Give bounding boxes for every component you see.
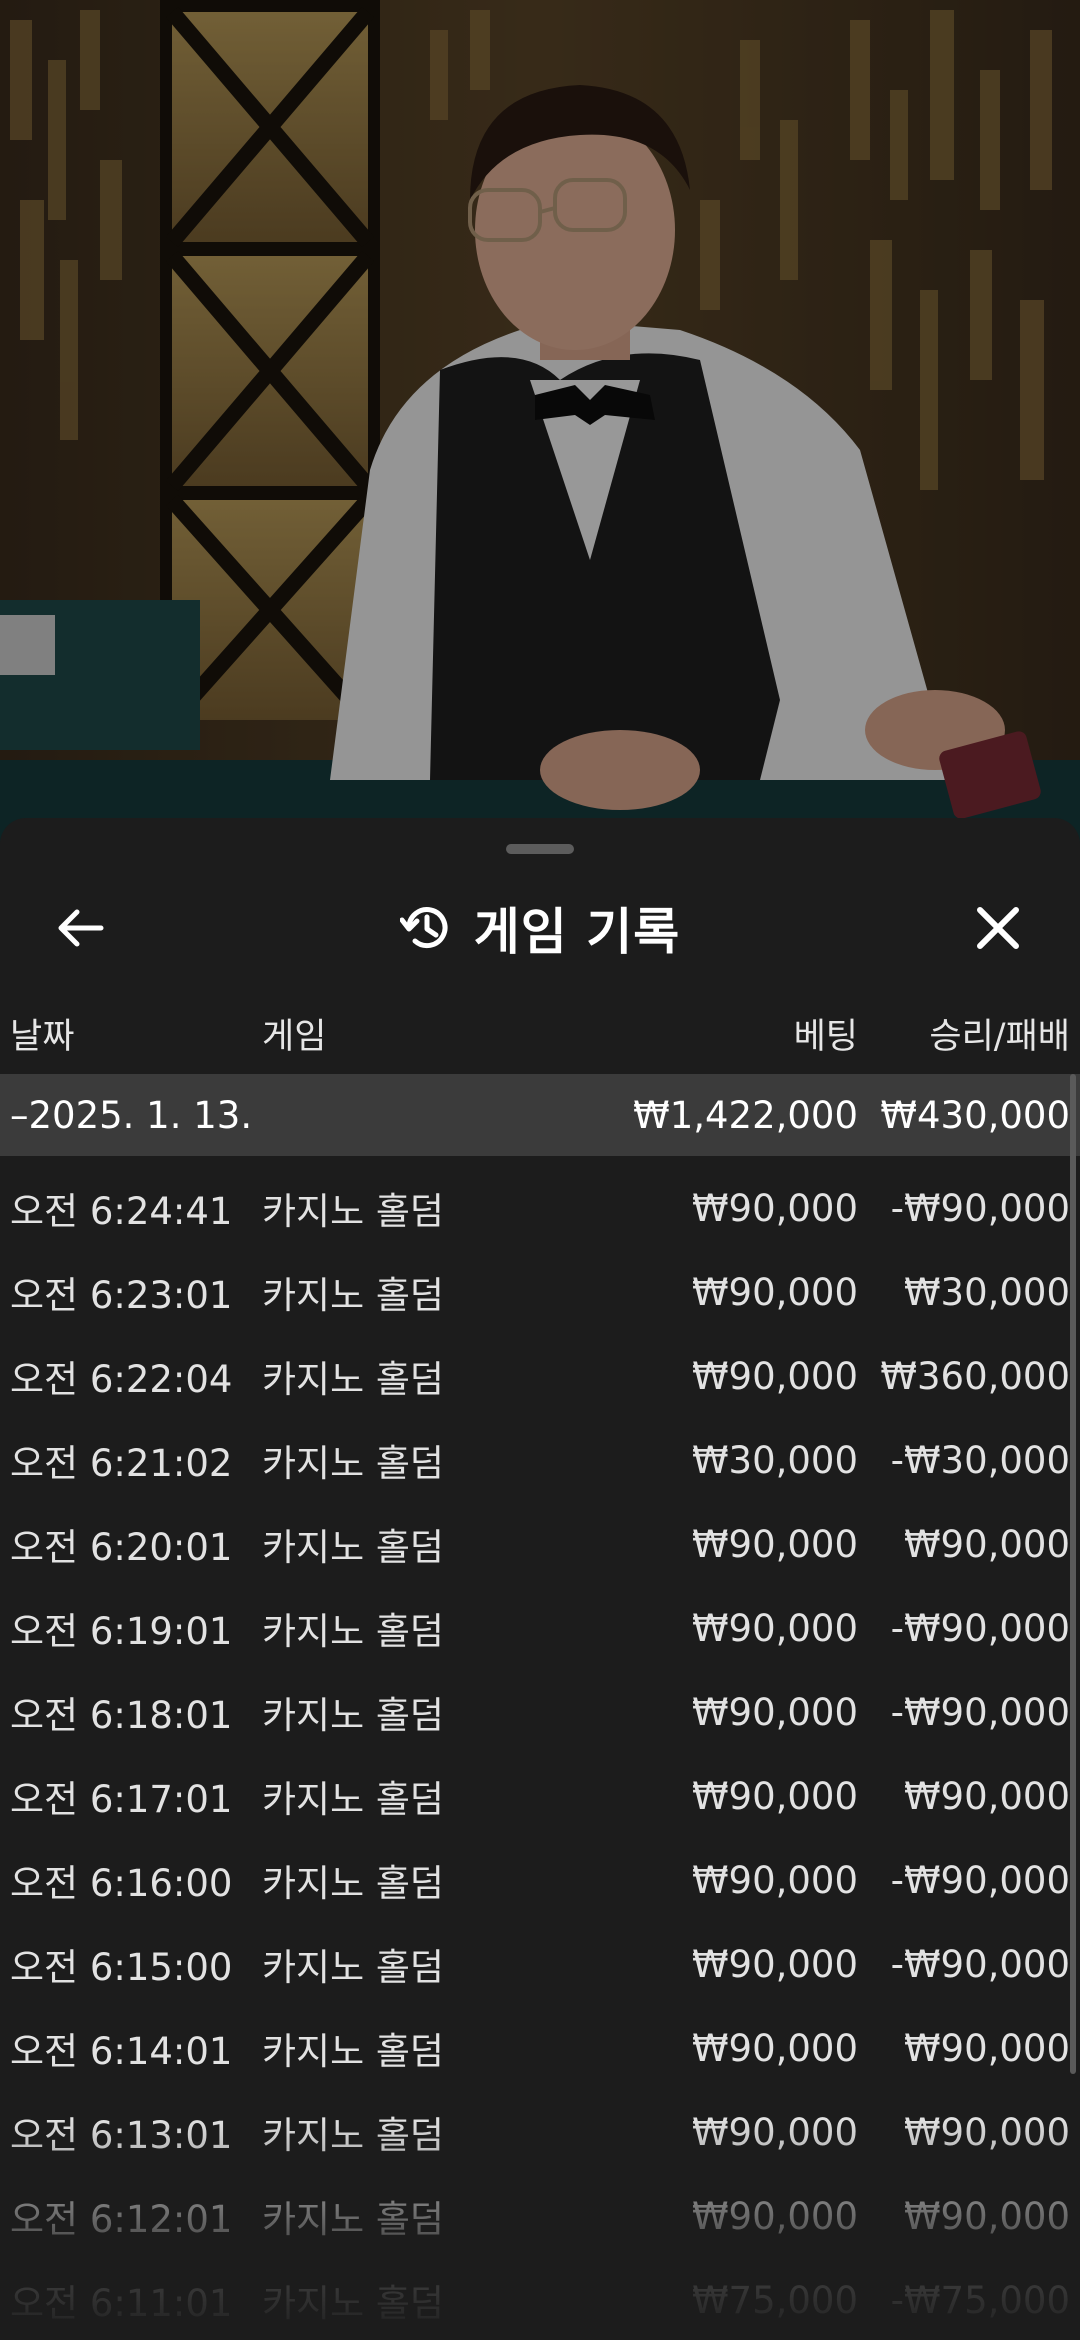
row-win-loss: -₩90,000	[890, 1186, 1070, 1230]
row-game: 카지노 홀덤	[262, 1862, 444, 1905]
row-bet: ₩90,000	[691, 1858, 858, 1902]
table-row[interactable]: 오전 6:20:01 카지노 홀덤 ₩90,000 ₩90,000	[0, 1502, 1080, 1586]
date-group-row[interactable]: –2025. 1. 13. ₩1,422,000 ₩430,000	[0, 1074, 1080, 1156]
row-game: 카지노 홀덤	[262, 1778, 444, 1821]
row-time: 오전 6:21:02	[10, 1442, 233, 1485]
row-bet: ₩90,000	[691, 1270, 858, 1314]
row-win-loss: -₩90,000	[890, 1942, 1070, 1986]
row-time: 오전 6:19:01	[10, 1610, 233, 1653]
row-game: 카지노 홀덤	[262, 1442, 444, 1485]
date-group-win-loss-total: ₩430,000	[880, 1093, 1070, 1137]
row-bet: ₩90,000	[691, 1942, 858, 1986]
history-icon	[399, 907, 448, 949]
row-game: 카지노 홀덤	[262, 1358, 444, 1401]
table-row[interactable]: 오전 6:18:01 카지노 홀덤 ₩90,000 -₩90,000	[0, 1670, 1080, 1754]
row-time: 오전 6:11:01	[10, 2282, 233, 2325]
close-icon	[977, 907, 1019, 949]
sheet-title: 게임 기록	[473, 903, 681, 961]
row-time: 오전 6:13:01	[10, 2114, 233, 2157]
row-win-loss: -₩90,000	[890, 1606, 1070, 1650]
date-group-bet-total: ₩1,422,000	[633, 1093, 858, 1137]
date-group-label: –2025. 1. 13.	[10, 1093, 253, 1137]
row-bet: ₩75,000	[691, 2278, 858, 2322]
table-header: 날짜 게임 베팅 승리/패배	[0, 998, 1080, 1068]
game-history-sheet: 게임 기록 날짜 게임 베팅 승리/패배 –2025. 1. 13. ₩1,42…	[0, 818, 1080, 2340]
row-bet: ₩90,000	[691, 1186, 858, 1230]
row-time: 오전 6:18:01	[10, 1694, 233, 1737]
column-header-game[interactable]: 게임	[262, 998, 582, 1068]
dealer-video-image	[0, 0, 1080, 860]
app-root: 게임 기록 날짜 게임 베팅 승리/패배 –2025. 1. 13. ₩1,42…	[0, 0, 1080, 2340]
row-win-loss: ₩90,000	[903, 2110, 1070, 2154]
row-bet: ₩90,000	[691, 2194, 858, 2238]
row-game: 카지노 홀덤	[262, 1190, 444, 1233]
table-row[interactable]: 오전 6:23:01 카지노 홀덤 ₩90,000 ₩30,000	[0, 1250, 1080, 1334]
table-row[interactable]: 오전 6:17:01 카지노 홀덤 ₩90,000 ₩90,000	[0, 1754, 1080, 1838]
table-row[interactable]: 오전 6:22:04 카지노 홀덤 ₩90,000 ₩360,000	[0, 1334, 1080, 1418]
row-time: 오전 6:15:00	[10, 1946, 233, 1989]
row-game: 카지노 홀덤	[262, 2030, 444, 2073]
row-bet: ₩30,000	[691, 1438, 858, 1482]
row-win-loss: -₩30,000	[890, 1438, 1070, 1482]
row-bet: ₩90,000	[691, 1690, 858, 1734]
row-time: 오전 6:16:00	[10, 1862, 233, 1905]
row-game: 카지노 홀덤	[262, 1526, 444, 1569]
row-win-loss: -₩90,000	[890, 1690, 1070, 1734]
row-win-loss: ₩360,000	[880, 1354, 1070, 1398]
table-row[interactable]: 오전 6:14:01 카지노 홀덤 ₩90,000 ₩90,000	[0, 2006, 1080, 2090]
sheet-title-group: 게임 기록	[0, 868, 1080, 988]
table-row[interactable]: 오전 6:15:00 카지노 홀덤 ₩90,000 -₩90,000	[0, 1922, 1080, 2006]
row-bet: ₩90,000	[691, 1774, 858, 1818]
row-bet: ₩90,000	[691, 1522, 858, 1566]
row-win-loss: -₩75,000	[890, 2278, 1070, 2322]
row-game: 카지노 홀덤	[262, 2282, 444, 2325]
drag-handle[interactable]	[506, 844, 574, 854]
row-game: 카지노 홀덤	[262, 1946, 444, 1989]
row-win-loss: ₩30,000	[903, 1270, 1070, 1314]
back-button[interactable]	[42, 890, 118, 966]
table-row[interactable]: 오전 6:16:00 카지노 홀덤 ₩90,000 -₩90,000	[0, 1838, 1080, 1922]
row-game: 카지노 홀덤	[262, 1694, 444, 1737]
table-row[interactable]: 오전 6:24:41 카지노 홀덤 ₩90,000 -₩90,000	[0, 1166, 1080, 1250]
row-win-loss: -₩90,000	[890, 1858, 1070, 1902]
column-header-win-loss[interactable]: 승리/패배	[862, 998, 1070, 1068]
row-win-loss: ₩90,000	[903, 2026, 1070, 2070]
table-row[interactable]: 오전 6:21:02 카지노 홀덤 ₩30,000 -₩30,000	[0, 1418, 1080, 1502]
close-button[interactable]	[960, 890, 1036, 966]
row-time: 오전 6:12:01	[10, 2198, 233, 2241]
row-game: 카지노 홀덤	[262, 2114, 444, 2157]
row-win-loss: ₩90,000	[903, 1522, 1070, 1566]
row-time: 오전 6:14:01	[10, 2030, 233, 2073]
row-bet: ₩90,000	[691, 2110, 858, 2154]
table-row[interactable]: 오전 6:11:01 카지노 홀덤 ₩75,000 -₩75,000	[0, 2258, 1080, 2340]
sheet-header: 게임 기록	[0, 868, 1080, 988]
row-game: 카지노 홀덤	[262, 1274, 444, 1317]
row-win-loss: ₩90,000	[903, 1774, 1070, 1818]
scrollbar[interactable]	[1070, 1074, 1076, 2074]
row-bet: ₩90,000	[691, 1606, 858, 1650]
table-row[interactable]: 오전 6:19:01 카지노 홀덤 ₩90,000 -₩90,000	[0, 1586, 1080, 1670]
row-time: 오전 6:22:04	[10, 1358, 233, 1401]
row-time: 오전 6:24:41	[10, 1190, 233, 1233]
arrow-left-icon	[58, 909, 104, 947]
column-header-date[interactable]: 날짜	[10, 998, 250, 1068]
row-game: 카지노 홀덤	[262, 1610, 444, 1653]
table-row[interactable]: 오전 6:13:01 카지노 홀덤 ₩90,000 ₩90,000	[0, 2090, 1080, 2174]
column-header-bet[interactable]: 베팅	[600, 998, 858, 1068]
row-bet: ₩90,000	[691, 2026, 858, 2070]
table-row[interactable]: 오전 6:12:01 카지노 홀덤 ₩90,000 ₩90,000	[0, 2174, 1080, 2258]
row-time: 오전 6:23:01	[10, 1274, 233, 1317]
row-game: 카지노 홀덤	[262, 2198, 444, 2241]
history-rows: 오전 6:24:41 카지노 홀덤 ₩90,000 -₩90,000 오전 6:…	[0, 1166, 1080, 2340]
live-video-feed	[0, 0, 1080, 860]
row-win-loss: ₩90,000	[903, 2194, 1070, 2238]
row-time: 오전 6:20:01	[10, 1526, 233, 1569]
row-time: 오전 6:17:01	[10, 1778, 233, 1821]
row-bet: ₩90,000	[691, 1354, 858, 1398]
